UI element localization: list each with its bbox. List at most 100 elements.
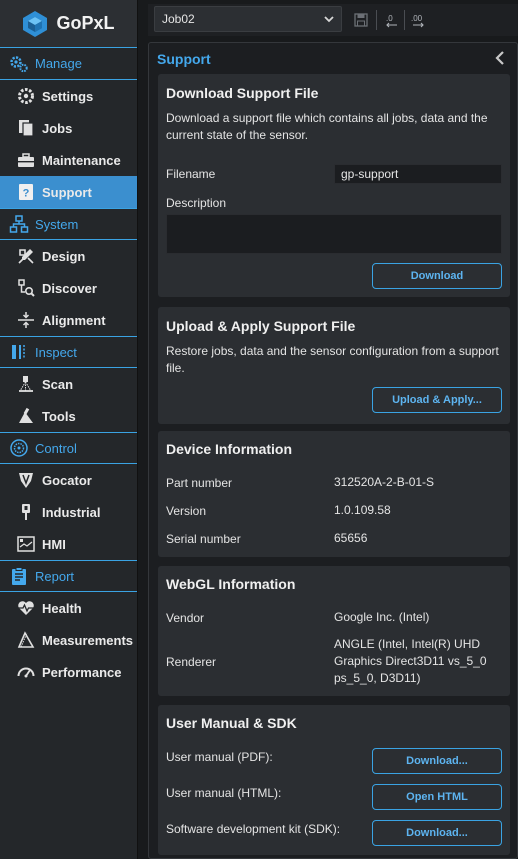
sidebar-item-jobs[interactable]: Jobs bbox=[0, 112, 137, 144]
filename-field[interactable]: gp-support bbox=[334, 164, 502, 184]
hmi-screen-icon bbox=[17, 536, 35, 552]
toolbox-icon bbox=[18, 153, 34, 167]
plug-icon bbox=[22, 504, 30, 520]
card-title: Upload & Apply Support File bbox=[166, 318, 356, 334]
section-manage[interactable]: Manage bbox=[0, 48, 137, 80]
renderer-label: Renderer bbox=[166, 655, 217, 669]
logo-text: GoPxL bbox=[56, 13, 115, 33]
sidebar-item-label: Alignment bbox=[42, 312, 106, 328]
webgl-info-card: WebGL Information Vendor Google Inc. (In… bbox=[158, 566, 510, 696]
clipboard-icon bbox=[12, 567, 26, 585]
sidebar-item-label: Gocator bbox=[42, 472, 92, 488]
sidebar: GoPxL Manage Settings Jobs Maintenance ?… bbox=[0, 0, 138, 859]
sidebar-item-alignment[interactable]: Alignment bbox=[0, 304, 137, 336]
gopxl-logo-icon bbox=[23, 10, 48, 37]
support-panel: Support Download Support File Download a… bbox=[148, 42, 518, 859]
section-report[interactable]: Report bbox=[0, 560, 137, 592]
sdk-label: Software development kit (SDK): bbox=[166, 822, 341, 836]
card-title: Download Support File bbox=[166, 85, 319, 101]
gear-icon bbox=[18, 88, 34, 104]
serial-number-label: Serial number bbox=[166, 532, 241, 546]
device-info-card: Device Information Part number 312520A-2… bbox=[158, 431, 510, 557]
download-manual-pdf-button[interactable]: Download... bbox=[372, 748, 502, 774]
sidebar-item-measurements[interactable]: Measurements bbox=[0, 624, 137, 656]
chevron-left-icon[interactable] bbox=[493, 50, 507, 66]
svg-text:?: ? bbox=[23, 188, 30, 200]
sidebar-item-tools[interactable]: Tools bbox=[0, 400, 137, 432]
design-icon bbox=[18, 249, 34, 264]
sidebar-item-maintenance[interactable]: Maintenance bbox=[0, 144, 137, 176]
upload-apply-button[interactable]: Upload & Apply... bbox=[372, 387, 502, 413]
version-label: Version bbox=[166, 504, 207, 518]
increase-decimals-icon[interactable]: .00 bbox=[410, 12, 426, 28]
section-system-label: System bbox=[35, 216, 79, 232]
filename-label: Filename bbox=[166, 167, 216, 181]
sidebar-item-label: Settings bbox=[42, 88, 94, 104]
logo[interactable]: GoPxL bbox=[0, 0, 137, 48]
sidebar-item-discover[interactable]: Discover bbox=[0, 272, 137, 304]
section-report-label: Report bbox=[35, 568, 75, 584]
sidebar-item-label: Tools bbox=[42, 408, 76, 424]
discover-icon bbox=[18, 279, 35, 297]
manual-html-label: User manual (HTML): bbox=[166, 786, 282, 800]
control-dial-icon bbox=[10, 439, 28, 457]
part-number-value: 312520A-2-B-01-S bbox=[334, 475, 435, 489]
heartbeat-icon bbox=[18, 601, 34, 615]
sidebar-item-support[interactable]: ? Support bbox=[0, 176, 137, 208]
gears-icon bbox=[10, 55, 28, 72]
upload-support-card: Upload & Apply Support File Restore jobs… bbox=[158, 307, 510, 424]
measure-icon bbox=[17, 631, 35, 648]
card-description: Restore jobs, data and the sensor config… bbox=[166, 344, 499, 375]
sidebar-item-design[interactable]: Design bbox=[0, 240, 137, 272]
card-title: WebGL Information bbox=[166, 576, 296, 592]
sidebar-item-settings[interactable]: Settings bbox=[0, 80, 137, 112]
toolbar-divider bbox=[404, 10, 405, 30]
description-label: Description bbox=[166, 196, 227, 210]
card-title: User Manual & SDK bbox=[166, 715, 297, 731]
download-support-card: Download Support File Download a support… bbox=[158, 74, 510, 297]
manual-sdk-card: User Manual & SDK User manual (PDF): Dow… bbox=[158, 705, 510, 855]
section-system[interactable]: System bbox=[0, 208, 137, 240]
alignment-icon bbox=[18, 312, 34, 328]
sidebar-item-label: Industrial bbox=[42, 504, 101, 520]
sidebar-item-performance[interactable]: Performance bbox=[0, 656, 137, 688]
download-sdk-button[interactable]: Download... bbox=[372, 820, 502, 846]
card-title: Device Information bbox=[166, 441, 293, 457]
section-control-label: Control bbox=[35, 440, 77, 456]
card-description: Download a support file which contains a… bbox=[166, 111, 488, 142]
network-icon bbox=[9, 215, 29, 233]
sidebar-item-label: Maintenance bbox=[42, 152, 121, 168]
section-control[interactable]: Control bbox=[0, 432, 137, 464]
sensor-icon bbox=[19, 473, 33, 488]
sidebar-item-label: Scan bbox=[42, 376, 74, 392]
svg-text:.0: .0 bbox=[386, 14, 393, 23]
open-manual-html-button[interactable]: Open HTML bbox=[372, 784, 502, 810]
section-inspect[interactable]: Inspect bbox=[0, 336, 137, 368]
sidebar-item-label: Jobs bbox=[42, 120, 73, 136]
sidebar-item-label: Design bbox=[42, 248, 86, 264]
decrease-decimals-icon[interactable]: .0 bbox=[384, 12, 400, 28]
tools-icon bbox=[19, 407, 33, 423]
sidebar-item-health[interactable]: Health bbox=[0, 592, 137, 624]
sidebar-item-label: Discover bbox=[42, 280, 97, 296]
save-icon[interactable] bbox=[353, 12, 369, 28]
inspect-icon bbox=[12, 345, 25, 359]
sidebar-item-scan[interactable]: Scan bbox=[0, 368, 137, 400]
version-value: 1.0.109.58 bbox=[334, 503, 391, 517]
page-title: Support bbox=[157, 51, 211, 67]
gauge-icon bbox=[17, 667, 35, 678]
job-select-value: Job02 bbox=[162, 12, 195, 26]
section-inspect-label: Inspect bbox=[35, 344, 77, 360]
sidebar-item-label: Performance bbox=[42, 664, 122, 680]
description-field[interactable] bbox=[166, 214, 502, 254]
download-support-button[interactable]: Download bbox=[372, 263, 502, 289]
part-number-label: Part number bbox=[166, 476, 233, 490]
sidebar-item-hmi[interactable]: HMI bbox=[0, 528, 137, 560]
sidebar-item-gocator[interactable]: Gocator bbox=[0, 464, 137, 496]
toolbar: Job02 .0 .00 bbox=[148, 4, 518, 36]
sidebar-item-industrial[interactable]: Industrial bbox=[0, 496, 137, 528]
serial-number-value: 65656 bbox=[334, 531, 368, 545]
manual-pdf-label: User manual (PDF): bbox=[166, 750, 273, 764]
renderer-value: ANGLE (Intel, Intel(R) UHD Graphics Dire… bbox=[334, 637, 487, 685]
job-select[interactable]: Job02 bbox=[154, 6, 342, 32]
